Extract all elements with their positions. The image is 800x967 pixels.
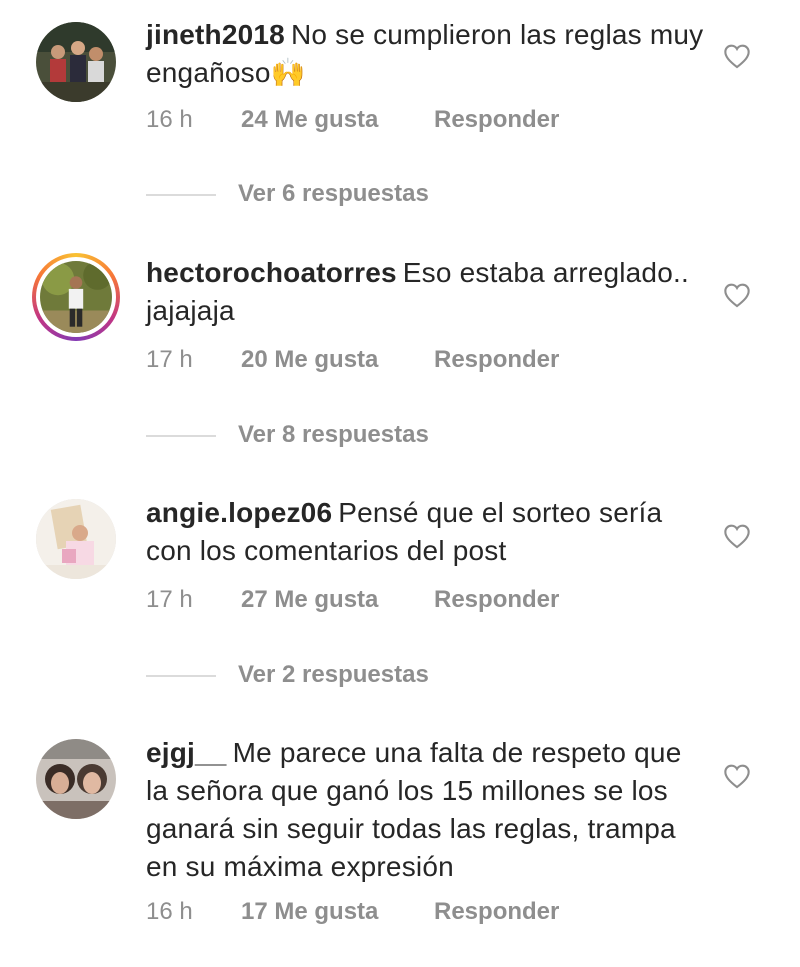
comment-body: hectorochoatorres Eso estaba arreglado.. … [146,254,706,330]
username[interactable]: angie.lopez06 [146,497,332,528]
like-heart-icon[interactable] [723,43,751,69]
comment-body: angie.lopez06 Pensé que el sorteo sería c… [146,494,706,570]
timestamp: 17 h [146,346,193,373]
view-replies-button[interactable]: Ver 8 respuestas [146,421,466,451]
avatar[interactable] [36,22,116,102]
view-replies-label: Ver 8 respuestas [238,421,429,448]
view-replies-button[interactable]: Ver 2 respuestas [146,661,466,691]
view-replies-label: Ver 6 respuestas [238,180,429,207]
username[interactable]: ejgj__ [146,737,227,768]
likes-count[interactable]: 20 Me gusta [241,346,378,374]
likes-count[interactable]: 27 Me gusta [241,586,378,614]
username[interactable]: hectorochoatorres [146,257,397,288]
divider-line [146,675,216,677]
reply-button[interactable]: Responder [434,346,559,374]
comment-body: ejgj__ Me parece una falta de respeto que… [146,734,706,886]
avatar[interactable] [32,253,120,341]
username[interactable]: jineth2018 [146,19,285,50]
avatar-image [36,499,116,579]
like-heart-icon[interactable] [723,763,751,789]
like-heart-icon[interactable] [723,282,751,308]
like-heart-icon[interactable] [723,523,751,549]
avatar-image [40,261,112,333]
divider-line [146,194,216,196]
reply-button[interactable]: Responder [434,898,559,926]
reply-button[interactable]: Responder [434,106,559,134]
timestamp: 16 h [146,898,193,925]
comment-body: jineth2018 No se cumplieron las reglas mu… [146,16,706,92]
timestamp: 16 h [146,106,193,133]
timestamp: 17 h [146,586,193,613]
reply-button[interactable]: Responder [434,586,559,614]
divider-line [146,435,216,437]
avatar[interactable] [36,739,116,819]
view-replies-label: Ver 2 respuestas [238,661,429,688]
avatar-image [36,22,116,102]
likes-count[interactable]: 17 Me gusta [241,898,378,926]
avatar[interactable] [36,499,116,579]
likes-count[interactable]: 24 Me gusta [241,106,378,134]
avatar-image [36,739,116,819]
view-replies-button[interactable]: Ver 6 respuestas [146,180,466,210]
